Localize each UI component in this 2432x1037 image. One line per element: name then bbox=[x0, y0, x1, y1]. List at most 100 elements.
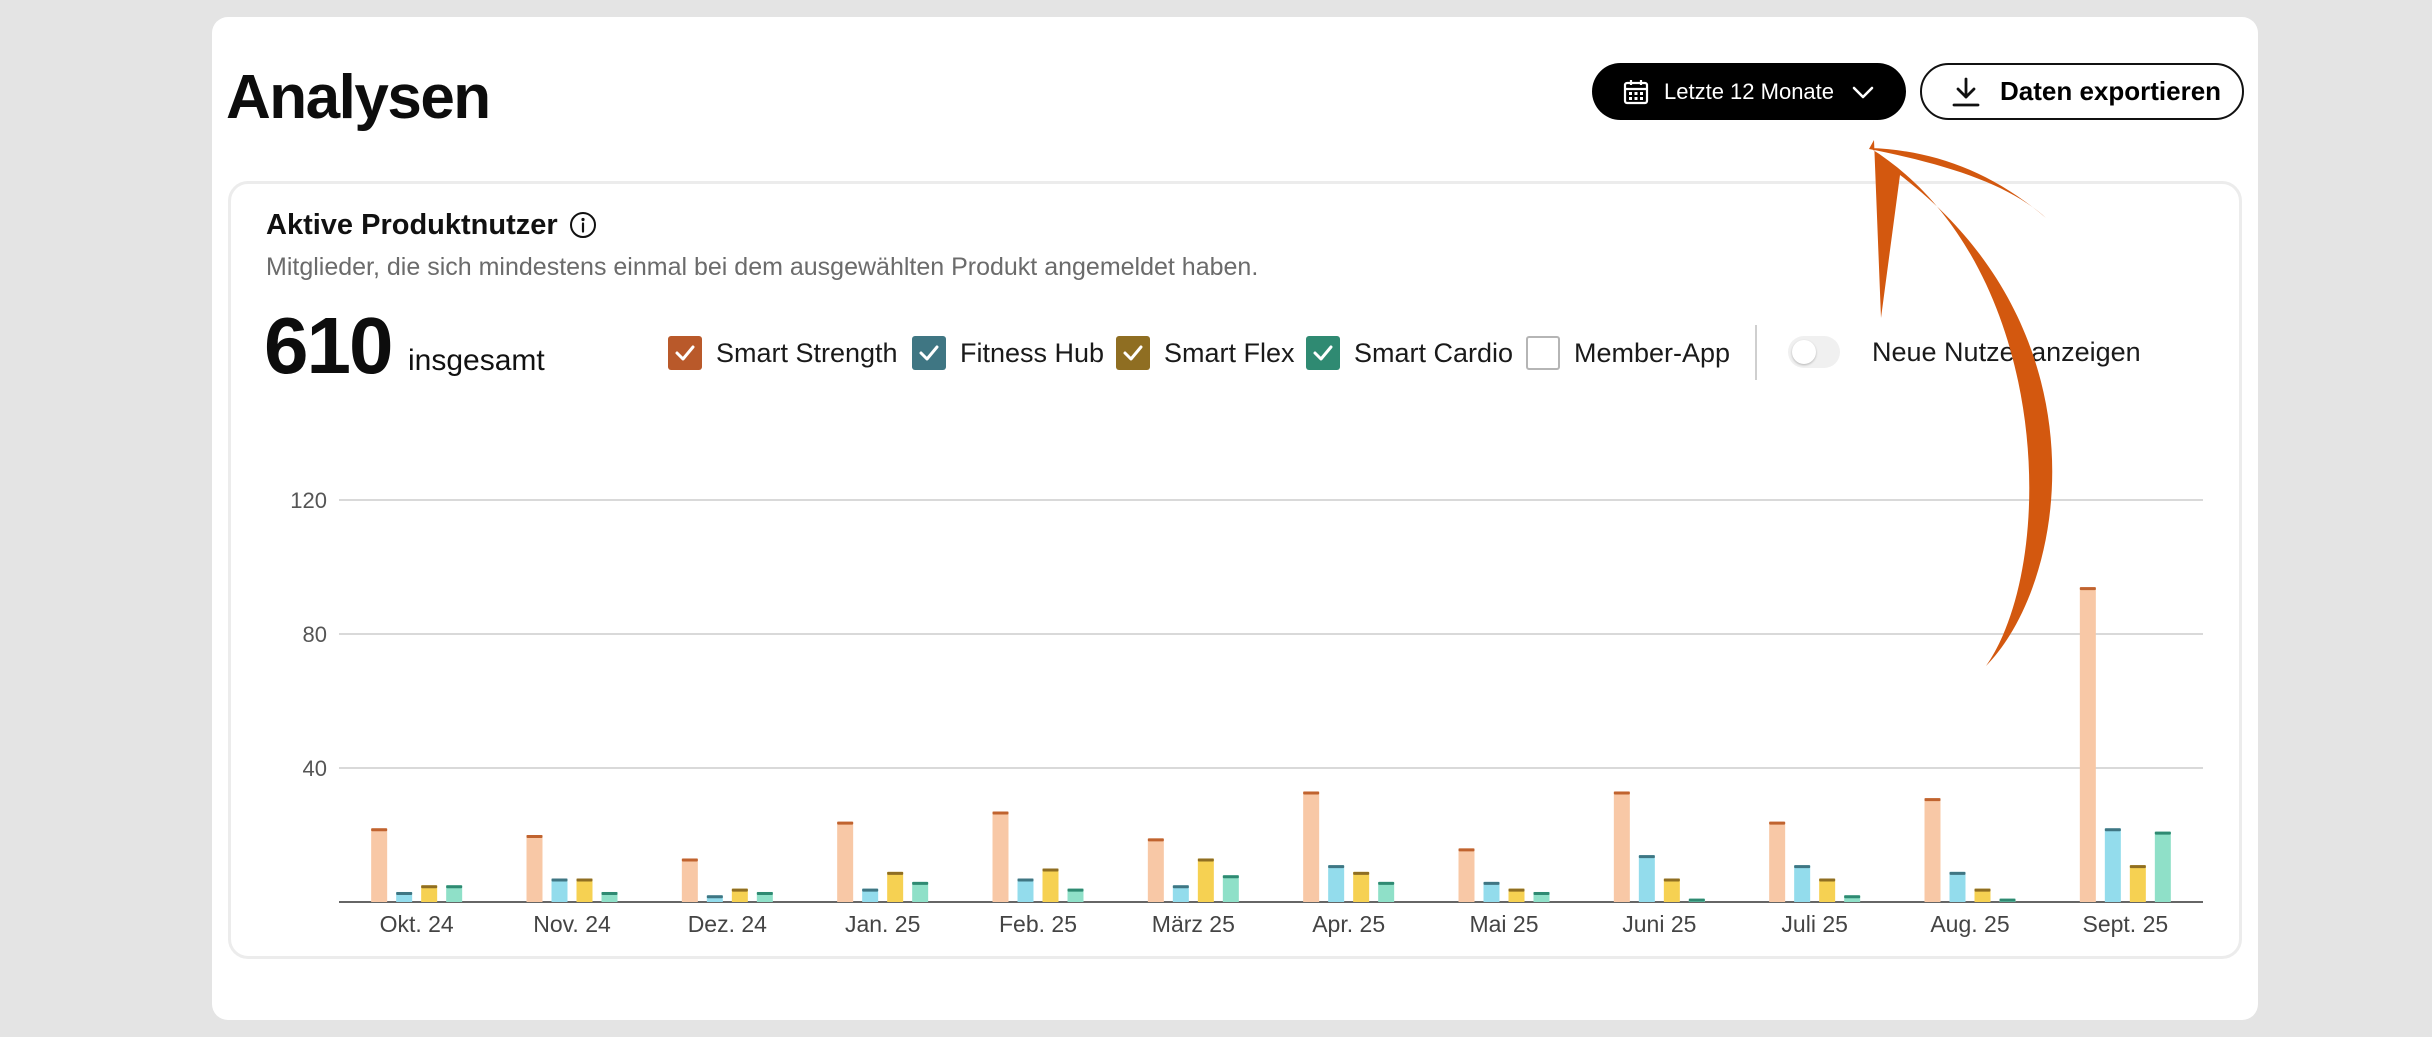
total-label: insgesamt bbox=[408, 344, 545, 377]
bar-cap bbox=[1197, 858, 1214, 862]
bar-cap bbox=[1067, 888, 1084, 892]
bar-cap bbox=[1378, 881, 1395, 885]
bar-cap bbox=[1688, 898, 1705, 902]
x-tick-label: März 25 bbox=[1152, 911, 1235, 937]
period-dropdown-button[interactable]: Letzte 12 Monate bbox=[1592, 63, 1906, 120]
bar-cap bbox=[1844, 895, 1861, 899]
bar-cap bbox=[1819, 878, 1836, 882]
legend-item-smart-strength[interactable]: Smart Strength bbox=[668, 335, 898, 371]
bar-cap bbox=[1508, 888, 1525, 892]
checkbox-smart-strength[interactable] bbox=[668, 336, 702, 370]
bar-cap bbox=[526, 835, 543, 838]
x-tick-label: Mai 25 bbox=[1469, 911, 1538, 937]
bar[interactable] bbox=[1353, 871, 1370, 902]
bar[interactable] bbox=[1017, 878, 1034, 902]
card-title: Aktive Produktnutzer bbox=[266, 209, 558, 241]
bar-cap bbox=[1303, 791, 1320, 795]
legend-item-member-app[interactable]: Member-App bbox=[1526, 335, 1730, 371]
bar-cap bbox=[1042, 868, 1059, 872]
bar[interactable] bbox=[681, 858, 698, 902]
bar-cap bbox=[1638, 855, 1655, 859]
bar[interactable] bbox=[551, 878, 568, 902]
x-tick-label: Okt. 24 bbox=[380, 911, 454, 937]
checkbox-fitness-hub[interactable] bbox=[912, 336, 946, 370]
bar-cap bbox=[837, 821, 854, 825]
page-title: Analysen bbox=[226, 63, 491, 132]
bar-cap bbox=[992, 811, 1009, 815]
bar[interactable] bbox=[526, 835, 543, 902]
bar[interactable] bbox=[1303, 791, 1320, 902]
bar-cap bbox=[2079, 587, 2096, 591]
bar[interactable] bbox=[992, 811, 1009, 902]
bar[interactable] bbox=[1613, 791, 1630, 902]
bar-cap bbox=[396, 891, 413, 895]
legend-item-smart-cardio[interactable]: Smart Cardio bbox=[1306, 335, 1513, 371]
bar[interactable] bbox=[2154, 831, 2171, 902]
bar[interactable] bbox=[1949, 871, 1966, 902]
bar-cap bbox=[551, 878, 568, 882]
bar[interactable] bbox=[1458, 848, 1475, 902]
export-data-button[interactable]: Daten exportieren bbox=[1920, 63, 2244, 120]
bar-cap bbox=[681, 858, 698, 862]
checkbox-smart-flex[interactable] bbox=[1116, 336, 1150, 370]
bar-cap bbox=[1458, 848, 1475, 852]
new-users-toggle[interactable] bbox=[1788, 336, 1840, 368]
info-icon[interactable] bbox=[568, 210, 598, 240]
bar-cap bbox=[1613, 791, 1630, 795]
toggle-knob bbox=[1792, 340, 1816, 364]
chevron-down-icon bbox=[1852, 86, 1874, 98]
bar[interactable] bbox=[1197, 858, 1214, 902]
bar[interactable] bbox=[1819, 878, 1836, 902]
bar-cap bbox=[1769, 821, 1786, 825]
bar[interactable] bbox=[1794, 865, 1811, 902]
bar[interactable] bbox=[1328, 865, 1345, 902]
bar[interactable] bbox=[2129, 865, 2146, 902]
toggle-label: Neue Nutzer anzeigen bbox=[1872, 337, 2141, 367]
bar[interactable] bbox=[1663, 878, 1680, 902]
bar-cap bbox=[2104, 828, 2121, 832]
legend-label: Member-App bbox=[1574, 337, 1731, 368]
bar-cap bbox=[576, 878, 593, 882]
bar[interactable] bbox=[887, 871, 904, 902]
x-tick-label: Dez. 24 bbox=[688, 911, 767, 937]
bar[interactable] bbox=[1924, 798, 1941, 902]
legend-item-fitness-hub[interactable]: Fitness Hub bbox=[912, 335, 1104, 371]
bar[interactable] bbox=[1638, 855, 1655, 902]
bar[interactable] bbox=[1042, 868, 1059, 903]
checkmark-icon bbox=[1123, 345, 1143, 361]
bar[interactable] bbox=[371, 828, 388, 902]
checkbox-member-app[interactable] bbox=[1526, 336, 1560, 370]
checkbox-smart-cardio[interactable] bbox=[1306, 336, 1340, 370]
x-tick-label: Juni 25 bbox=[1622, 911, 1696, 937]
bar[interactable] bbox=[2079, 587, 2096, 902]
legend-item-smart-flex[interactable]: Smart Flex bbox=[1116, 335, 1295, 371]
bar-cap bbox=[1483, 881, 1500, 885]
bar[interactable] bbox=[912, 881, 929, 902]
x-tick-label: Apr. 25 bbox=[1312, 911, 1385, 937]
bar-cap bbox=[2154, 831, 2171, 835]
bar-cap bbox=[912, 881, 929, 885]
bar[interactable] bbox=[837, 821, 854, 902]
bar-cap bbox=[1147, 838, 1164, 842]
bar[interactable] bbox=[1222, 875, 1239, 902]
bar-cap bbox=[421, 885, 438, 889]
y-tick-label: 40 bbox=[303, 756, 327, 781]
x-tick-label: Nov. 24 bbox=[533, 911, 611, 937]
x-tick-label: Aug. 25 bbox=[1930, 911, 2009, 937]
calendar-icon bbox=[1623, 79, 1649, 104]
bar[interactable] bbox=[2104, 828, 2121, 902]
bar[interactable] bbox=[1483, 881, 1500, 902]
bar-cap bbox=[1172, 885, 1189, 889]
bar[interactable] bbox=[1769, 821, 1786, 902]
bar-cap bbox=[1949, 871, 1966, 875]
bar-cap bbox=[601, 891, 618, 895]
legend-label: Smart Cardio bbox=[1354, 337, 1514, 368]
bar[interactable] bbox=[576, 878, 593, 902]
active-users-bar-chart: 40 80 120 Okt. 24 Nov. 24 Dez. 24 Jan. 25 Feb. … bbox=[290, 488, 2203, 937]
legend-label: Smart Flex bbox=[1164, 337, 1295, 368]
x-tick-label: Feb. 25 bbox=[999, 911, 1077, 937]
bar[interactable] bbox=[1378, 881, 1395, 902]
card-subtitle: Mitglieder, die sich mindestens einmal b… bbox=[266, 253, 1259, 281]
checkmark-icon bbox=[1313, 345, 1333, 361]
bar[interactable] bbox=[1147, 838, 1164, 902]
